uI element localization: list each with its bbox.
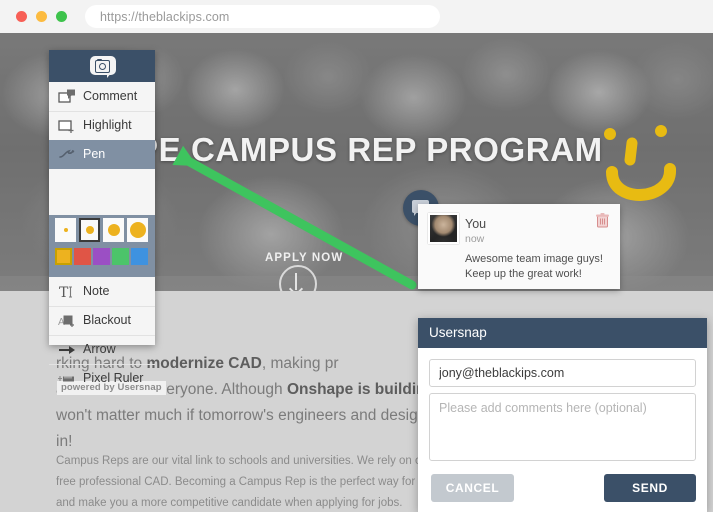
apply-now-label[interactable]: APPLY NOW bbox=[265, 252, 343, 264]
tool-blackout[interactable]: A Blackout bbox=[49, 306, 155, 336]
browser-toolbar: https://theblackips.com bbox=[0, 0, 713, 33]
comment-author: You bbox=[465, 217, 487, 231]
tool-blackout-label: Blackout bbox=[83, 313, 131, 327]
usersnap-toolbar-header bbox=[49, 50, 155, 82]
highlight-icon bbox=[58, 120, 74, 133]
pen-size-2[interactable] bbox=[79, 218, 100, 242]
pen-color-green[interactable] bbox=[112, 248, 129, 265]
tool-pen[interactable]: Pen bbox=[49, 140, 155, 169]
pixel-ruler-icon bbox=[58, 376, 74, 382]
pen-color-purple[interactable] bbox=[93, 248, 110, 265]
tool-note-label: Note bbox=[83, 284, 110, 298]
pen-color-yellow[interactable] bbox=[55, 248, 72, 265]
paragraph-line-2: free professional CAD. Becoming a Campus… bbox=[56, 476, 475, 488]
pen-size-4[interactable] bbox=[127, 218, 148, 242]
window-maximize-button[interactable] bbox=[56, 11, 67, 22]
pen-icon bbox=[59, 149, 75, 158]
pen-size-3[interactable] bbox=[103, 218, 124, 242]
svg-text:T: T bbox=[59, 285, 69, 301]
pen-size-row bbox=[55, 218, 149, 245]
pen-color-row bbox=[55, 248, 149, 270]
send-button[interactable]: SEND bbox=[604, 474, 696, 502]
paragraph-line-1: Campus Reps are our vital link to school… bbox=[56, 455, 474, 467]
tool-pixel-ruler-label: Pixel Ruler bbox=[83, 371, 144, 385]
comment-body: Awesome team image guys! Keep up the gre… bbox=[465, 253, 603, 280]
comment-card: You now Awesome team image guys! Keep up… bbox=[418, 204, 620, 289]
pen-size-1[interactable] bbox=[55, 218, 76, 242]
tool-note[interactable]: T Note bbox=[49, 277, 155, 307]
pen-color-red[interactable] bbox=[74, 248, 91, 265]
comments-textarea[interactable] bbox=[429, 393, 696, 461]
tool-highlight-label: Highlight bbox=[83, 118, 132, 132]
comment-timestamp: now bbox=[465, 233, 485, 245]
pen-color-blue[interactable] bbox=[131, 248, 148, 265]
pen-options bbox=[49, 215, 155, 277]
down-arrow-icon bbox=[295, 273, 297, 290]
arrow-icon bbox=[59, 346, 75, 354]
hero-title: PE CAMPUS REP PROGRAM bbox=[136, 131, 603, 168]
address-bar-url[interactable]: https://theblackips.com bbox=[100, 10, 229, 24]
usersnap-dialog: Usersnap ? – × CANCEL SEND bbox=[418, 318, 707, 512]
tool-highlight[interactable]: Highlight bbox=[49, 111, 155, 141]
blackout-icon: A bbox=[58, 315, 74, 328]
trash-icon[interactable] bbox=[596, 213, 609, 228]
comment-icon bbox=[58, 89, 75, 103]
tool-arrow-label: Arrow bbox=[83, 342, 116, 356]
tool-pixel-ruler[interactable]: Pixel Ruler bbox=[49, 364, 155, 393]
cancel-button[interactable]: CANCEL bbox=[431, 474, 514, 502]
email-field[interactable] bbox=[429, 359, 696, 387]
tool-comment[interactable]: Comment bbox=[49, 82, 155, 112]
window-minimize-button[interactable] bbox=[36, 11, 47, 22]
dialog-titlebar: Usersnap bbox=[418, 318, 707, 348]
window-close-button[interactable] bbox=[16, 11, 27, 22]
usersnap-toolbar: Comment Highlight Pen T Note A Blackout … bbox=[49, 50, 155, 385]
dialog-title: Usersnap bbox=[429, 325, 487, 340]
tool-pen-label: Pen bbox=[83, 147, 106, 161]
screenshot-root: https://theblackips.com PE CAMPUS REP PR… bbox=[0, 0, 713, 512]
paragraph-line-3: and make you a more competitive candidat… bbox=[56, 497, 403, 509]
tool-comment-label: Comment bbox=[83, 89, 138, 103]
avatar bbox=[428, 213, 459, 244]
note-icon: T bbox=[59, 285, 72, 301]
tool-arrow[interactable]: Arrow bbox=[49, 335, 155, 365]
